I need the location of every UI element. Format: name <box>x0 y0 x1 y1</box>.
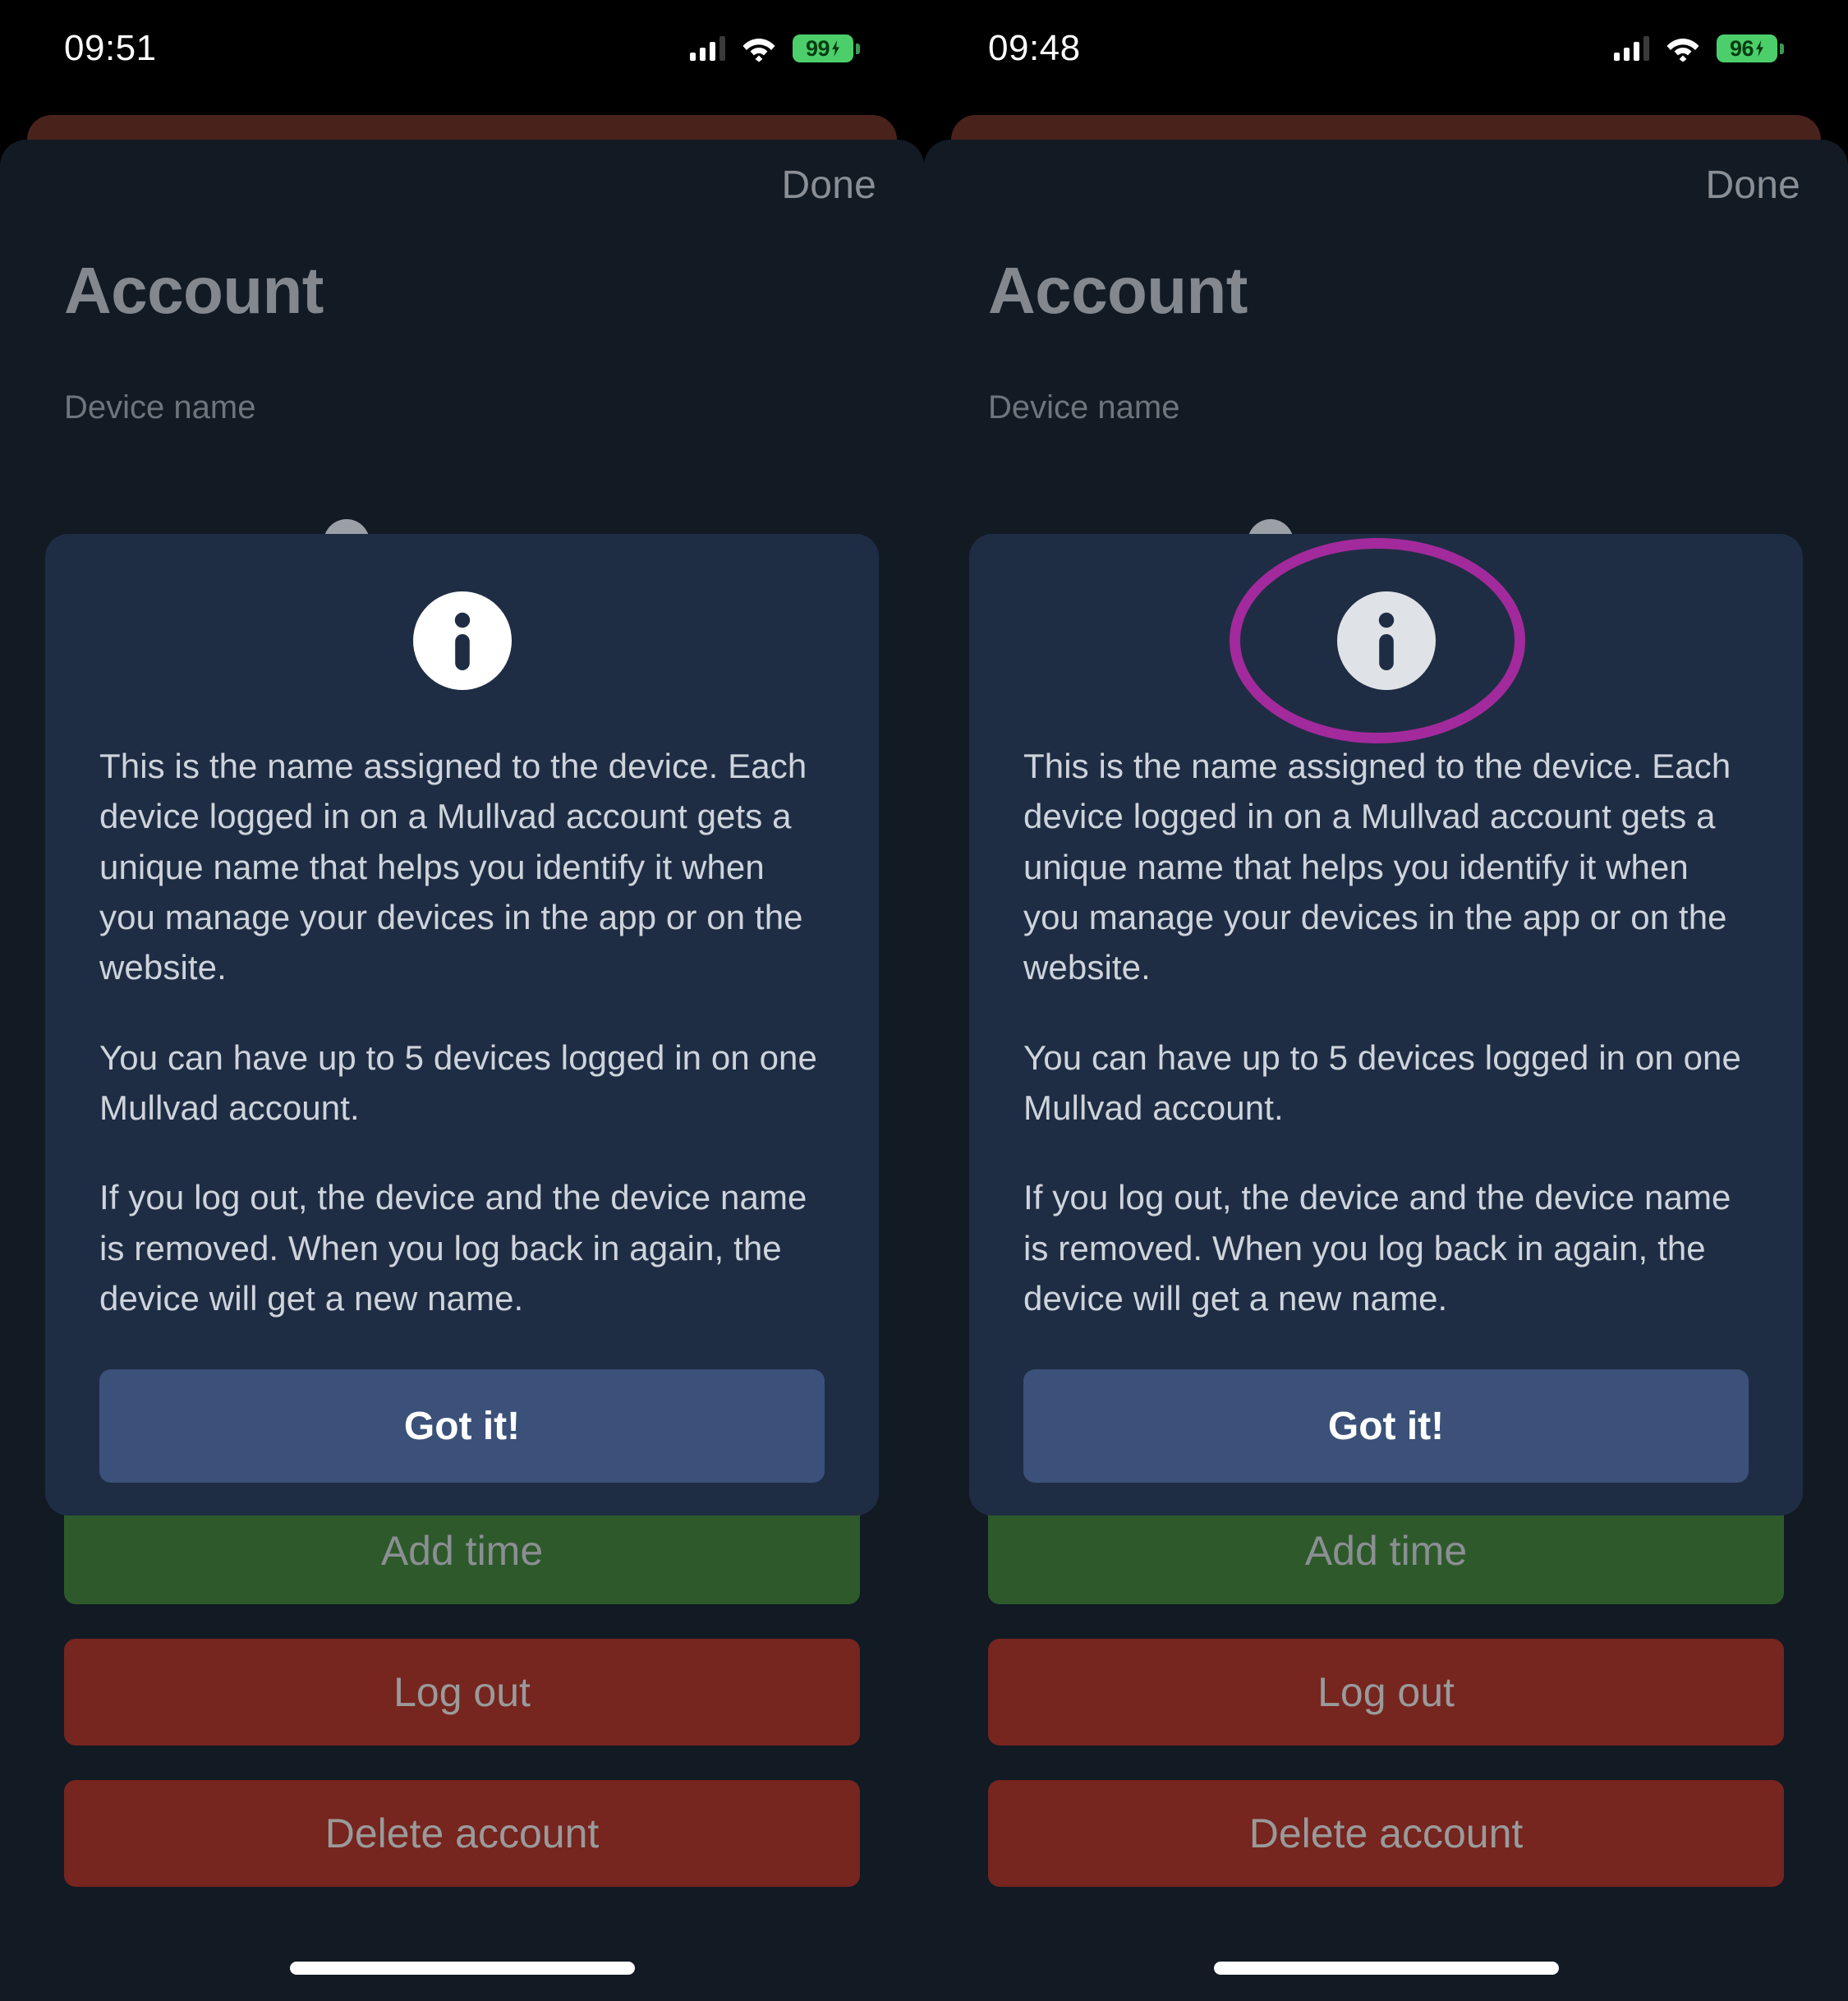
account-actions: Add time Log out Delete account <box>64 1497 860 1887</box>
battery-charging-icon: 99 <box>793 34 860 62</box>
status-indicators: 99 <box>690 34 860 62</box>
info-paragraph-3: If you log out, the device and the devic… <box>99 1178 807 1318</box>
screenshot-pair: 09:51 99 Done Account Device name This i… <box>0 0 1848 2001</box>
cellular-bars-icon <box>690 36 725 61</box>
battery-level: 96 <box>1729 35 1754 61</box>
sheet-navigation-bar: Done <box>0 140 924 230</box>
info-icon-container <box>83 588 841 693</box>
done-button[interactable]: Done <box>1705 163 1800 208</box>
info-paragraph-3: If you log out, the device and the devic… <box>1023 1178 1731 1318</box>
battery-level: 99 <box>805 35 830 61</box>
cellular-bars-icon <box>1614 36 1649 61</box>
status-clock: 09:48 <box>988 28 1081 68</box>
account-actions: Add time Log out Delete account <box>988 1497 1784 1887</box>
wifi-icon <box>1666 35 1700 62</box>
log-out-button[interactable]: Log out <box>988 1639 1784 1746</box>
info-circle-icon <box>412 591 512 690</box>
info-paragraph-2: You can have up to 5 devices logged in o… <box>1023 1037 1741 1127</box>
page-title: Account <box>64 254 324 327</box>
info-paragraph-2: You can have up to 5 devices logged in o… <box>99 1037 817 1127</box>
device-name-info-dialog: This is the name assigned to the device.… <box>45 534 879 1516</box>
home-indicator[interactable] <box>1213 1962 1559 1975</box>
home-indicator[interactable] <box>289 1962 635 1975</box>
info-circle-icon <box>1336 591 1436 690</box>
status-clock: 09:51 <box>64 28 157 68</box>
info-icon-container <box>1007 588 1765 693</box>
device-name-info-dialog: This is the name assigned to the device.… <box>969 534 1803 1516</box>
wifi-icon <box>742 35 776 62</box>
log-out-button[interactable]: Log out <box>64 1639 860 1746</box>
sheet-navigation-bar: Done <box>924 140 1848 230</box>
info-paragraph-1: This is the name assigned to the device.… <box>99 747 807 987</box>
info-dialog-body: This is the name assigned to the device.… <box>1007 741 1765 1484</box>
got-it-button[interactable]: Got it! <box>99 1369 825 1484</box>
phone-screen-left: 09:51 99 Done Account Device name This i… <box>0 0 924 2001</box>
status-indicators: 96 <box>1614 34 1784 62</box>
status-bar: 09:51 99 <box>0 0 924 97</box>
device-name-label: Device name <box>64 389 256 426</box>
delete-account-button[interactable]: Delete account <box>64 1780 860 1887</box>
device-name-label: Device name <box>988 389 1180 426</box>
got-it-button[interactable]: Got it! <box>1023 1369 1749 1484</box>
page-title: Account <box>988 254 1248 327</box>
battery-charging-icon: 96 <box>1717 34 1784 62</box>
phone-screen-right: 09:48 96 Done Account Device name This i… <box>924 0 1848 2001</box>
delete-account-button[interactable]: Delete account <box>988 1780 1784 1887</box>
info-dialog-body: This is the name assigned to the device.… <box>83 741 841 1484</box>
done-button[interactable]: Done <box>781 163 876 208</box>
info-paragraph-1: This is the name assigned to the device.… <box>1023 747 1731 987</box>
status-bar: 09:48 96 <box>924 0 1848 97</box>
